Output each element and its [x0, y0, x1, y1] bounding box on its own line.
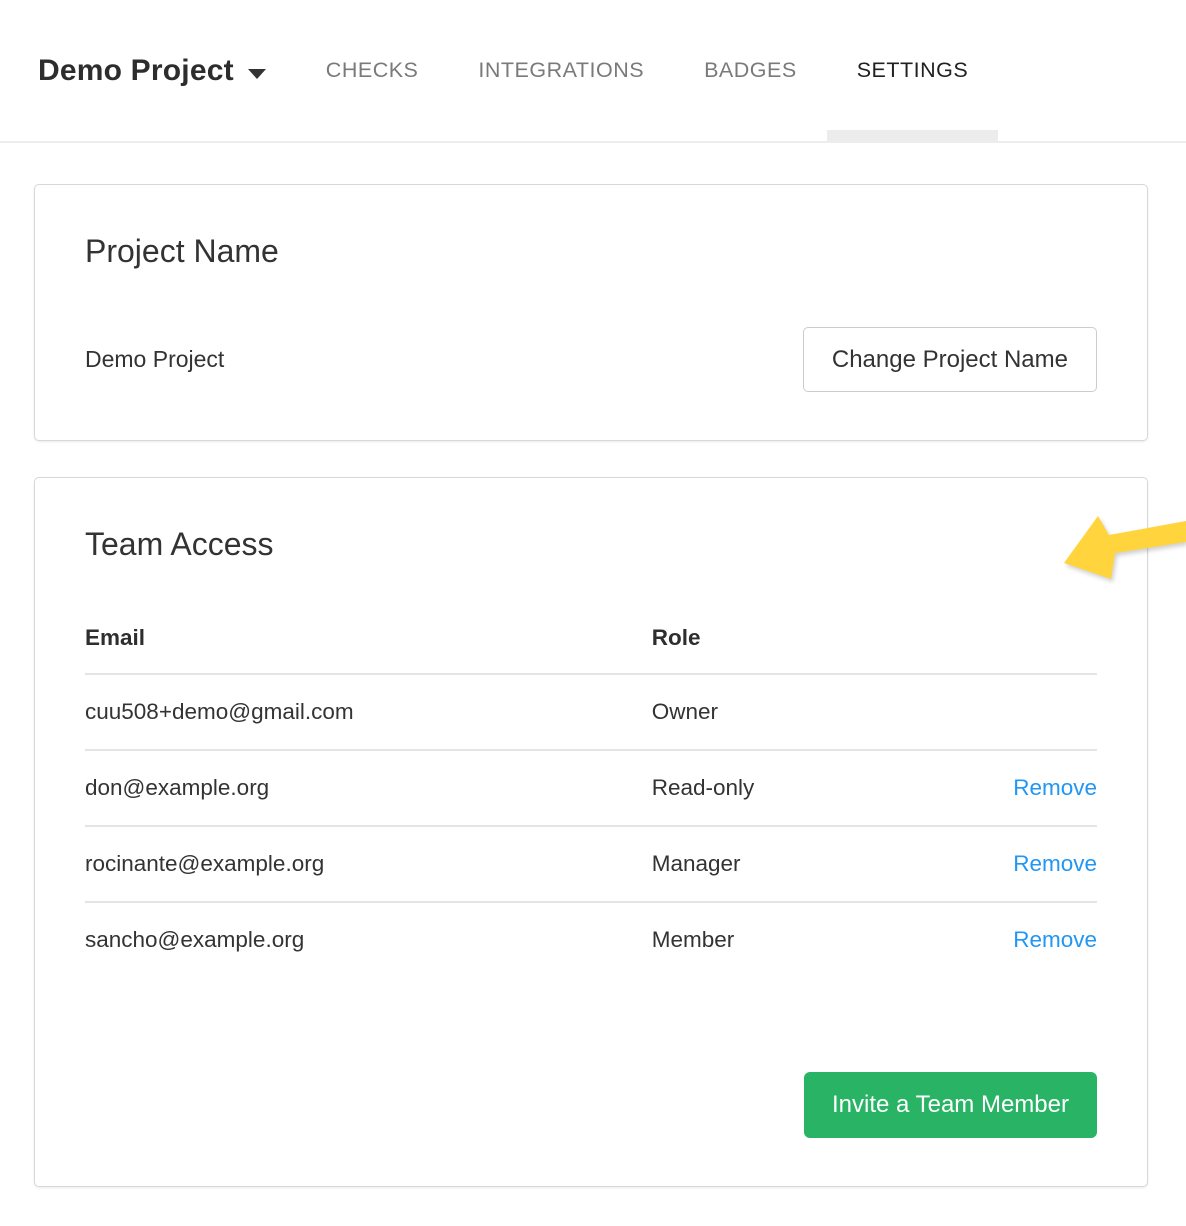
member-role: Owner — [652, 674, 915, 750]
member-email: sancho@example.org — [85, 902, 652, 977]
remove-member-link[interactable]: Remove — [1013, 851, 1097, 876]
top-navigation-bar: Demo Project CHECKS INTEGRATIONS BADGES … — [0, 0, 1186, 143]
project-name-card-title: Project Name — [85, 233, 1097, 270]
member-email: rocinante@example.org — [85, 826, 652, 902]
caret-down-icon — [248, 69, 266, 79]
column-header-email: Email — [85, 613, 652, 674]
table-row: sancho@example.org Member Remove — [85, 902, 1097, 977]
nav-tab-integrations[interactable]: INTEGRATIONS — [448, 0, 674, 141]
invite-button-row: Invite a Team Member — [85, 1072, 1097, 1138]
team-access-card-title: Team Access — [85, 526, 1097, 563]
main-nav: CHECKS INTEGRATIONS BADGES SETTINGS — [296, 0, 998, 141]
member-email: cuu508+demo@gmail.com — [85, 674, 652, 750]
member-role: Member — [652, 902, 915, 977]
member-action-cell: Remove — [915, 902, 1097, 977]
project-name-row: Demo Project Change Project Name — [85, 327, 1097, 392]
member-role: Manager — [652, 826, 915, 902]
invite-team-member-button[interactable]: Invite a Team Member — [804, 1072, 1097, 1138]
nav-tab-settings[interactable]: SETTINGS — [827, 0, 999, 141]
column-header-role: Role — [652, 613, 915, 674]
nav-tab-checks[interactable]: CHECKS — [296, 0, 449, 141]
team-members-table: Email Role cuu508+demo@gmail.com Owner d… — [85, 613, 1097, 977]
remove-member-link[interactable]: Remove — [1013, 927, 1097, 952]
member-email: don@example.org — [85, 750, 652, 826]
member-role: Read-only — [652, 750, 915, 826]
nav-tab-badges[interactable]: BADGES — [674, 0, 827, 141]
project-switcher-label: Demo Project — [38, 54, 234, 88]
change-project-name-button[interactable]: Change Project Name — [803, 327, 1097, 392]
member-action-cell: Remove — [915, 750, 1097, 826]
table-header-row: Email Role — [85, 613, 1097, 674]
settings-page-content: Project Name Demo Project Change Project… — [0, 184, 1186, 1187]
team-access-card: Team Access Email Role cuu508+demo@gmail… — [34, 477, 1148, 1187]
project-switcher-dropdown[interactable]: Demo Project — [38, 54, 266, 88]
member-action-cell — [915, 674, 1097, 750]
member-action-cell: Remove — [915, 826, 1097, 902]
remove-member-link[interactable]: Remove — [1013, 775, 1097, 800]
table-row: rocinante@example.org Manager Remove — [85, 826, 1097, 902]
project-name-card: Project Name Demo Project Change Project… — [34, 184, 1148, 441]
table-row: cuu508+demo@gmail.com Owner — [85, 674, 1097, 750]
current-project-name: Demo Project — [85, 346, 224, 373]
table-row: don@example.org Read-only Remove — [85, 750, 1097, 826]
column-header-action — [915, 613, 1097, 674]
